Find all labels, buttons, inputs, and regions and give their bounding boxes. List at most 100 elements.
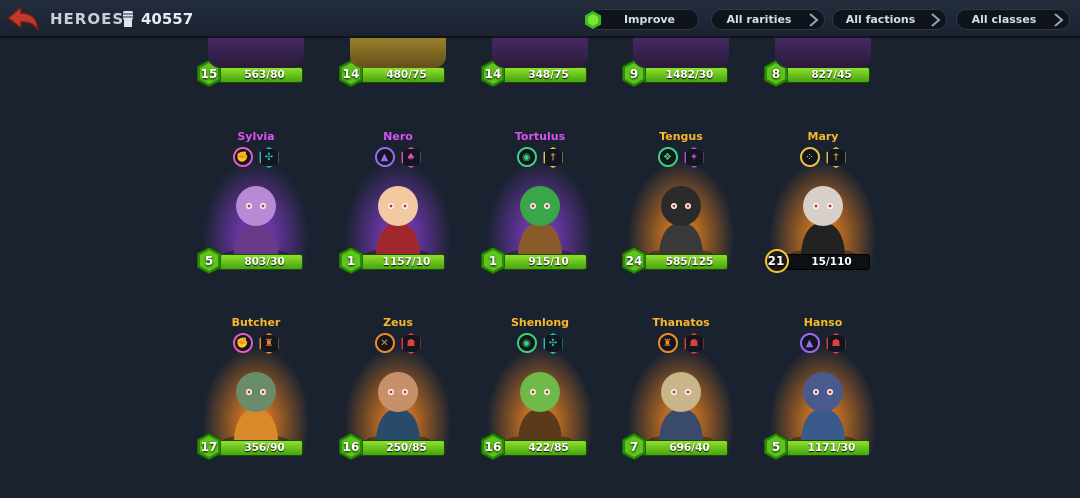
hero-card-partial[interactable]: 1482/30 9 xyxy=(621,60,741,87)
hero-badges: ♜ ☗ xyxy=(621,333,741,354)
triangle-icon: ▲ xyxy=(374,147,395,167)
hero-portrait xyxy=(224,186,288,259)
hero-card[interactable]: Tengus ❖ ✦ 585/125 24 xyxy=(621,130,741,290)
hero-card[interactable]: Sylvia ✊ ✣ 803/30 5 xyxy=(196,130,316,290)
hero-card-partial[interactable]: 563/80 15 xyxy=(196,60,316,87)
hero-name: Zeus xyxy=(383,316,413,329)
card-count: 1171/30 xyxy=(807,442,856,454)
mask-icon: ☗ xyxy=(401,333,421,354)
back-arrow-icon[interactable] xyxy=(6,5,40,33)
hero-portrait-partial xyxy=(775,38,871,68)
card-count: 803/30 xyxy=(244,256,285,268)
hero-name: Shenlong xyxy=(510,316,570,329)
fist-icon: ✊ xyxy=(232,333,253,353)
hero-card[interactable]: Mary ⁘ † 15/110 21 xyxy=(763,130,883,290)
card-count: 1157/10 xyxy=(382,256,431,268)
hero-card[interactable]: Hanso ▲ ☗ 1171/30 5 xyxy=(763,316,883,476)
crossbow-icon: ✣ xyxy=(543,333,563,354)
green-gem-icon xyxy=(585,10,601,29)
hero-card[interactable]: Zeus ✕ ☗ 250/85 16 xyxy=(338,316,458,476)
hero-badges: ✕ ☗ xyxy=(338,333,458,354)
hero-badges: ✊ ✣ xyxy=(196,147,316,168)
hero-card[interactable]: Thanatos ♜ ☗ 696/40 7 xyxy=(621,316,741,476)
helmet-icon: ♜ xyxy=(259,333,279,354)
card-count: 356/90 xyxy=(244,442,285,454)
faction-filter[interactable]: All factions xyxy=(832,9,947,30)
card-count: 696/40 xyxy=(669,442,710,454)
hero-portrait xyxy=(508,372,572,445)
chevron-right-icon xyxy=(931,12,941,27)
helmet-icon: ♜ xyxy=(657,333,678,353)
hero-level: 17 xyxy=(200,440,218,454)
hero-portrait-partial xyxy=(208,38,304,68)
eye-icon: ◉ xyxy=(516,333,537,353)
hero-card-partial[interactable]: 827/45 8 xyxy=(763,60,883,87)
hero-name: Butcher xyxy=(231,316,281,329)
card-count: 348/75 xyxy=(528,69,569,81)
hero-name: Tortulus xyxy=(514,130,566,143)
hero-name: Thanatos xyxy=(652,316,710,329)
hero-badges: ❖ ✦ xyxy=(621,147,741,168)
axe-icon: ✕ xyxy=(374,333,395,353)
hero-card-partial[interactable]: 348/75 14 xyxy=(480,60,600,87)
hero-level: 8 xyxy=(771,67,781,81)
hero-level: 16 xyxy=(484,440,502,454)
mask-icon: ☗ xyxy=(826,333,846,354)
hero-portrait xyxy=(791,372,855,445)
hero-level: 14 xyxy=(484,67,502,81)
hero-level: 24 xyxy=(625,254,643,268)
hero-portrait-partial xyxy=(492,38,588,68)
hero-portrait xyxy=(366,186,430,259)
team-power-value: 40557 xyxy=(141,10,194,28)
hero-card[interactable]: Shenlong ◉ ✣ 422/85 16 xyxy=(480,316,600,476)
card-count: 1482/30 xyxy=(665,69,714,81)
hero-level: 1 xyxy=(346,254,356,268)
chevron-right-icon xyxy=(1054,12,1064,27)
faction-filter-label: All factions xyxy=(845,13,916,26)
hero-level: 21 xyxy=(767,254,785,268)
paw-icon: ❖ xyxy=(657,147,678,167)
hero-name: Nero xyxy=(383,130,413,143)
hero-portrait-partial xyxy=(633,38,729,68)
card-count: 250/85 xyxy=(386,442,427,454)
hero-level: 5 xyxy=(771,440,781,454)
hex-purple-icon: ✦ xyxy=(684,147,704,168)
card-count: 563/80 xyxy=(244,69,285,81)
hero-name: Mary xyxy=(807,130,839,143)
hero-badges: ▲ ☗ xyxy=(763,333,883,354)
hero-card[interactable]: Nero ▲ ♠ 1157/10 1 xyxy=(338,130,458,290)
page-title: HEROES xyxy=(50,10,125,28)
card-count: 15/110 xyxy=(811,256,852,268)
eye-icon: ◉ xyxy=(516,147,537,167)
hero-portrait xyxy=(224,372,288,445)
hero-level: 5 xyxy=(204,254,214,268)
hero-portrait xyxy=(366,372,430,445)
hero-portrait xyxy=(649,372,713,445)
hero-name: Tengus xyxy=(659,130,703,143)
hero-level: 1 xyxy=(488,254,498,268)
class-filter[interactable]: All classes xyxy=(956,9,1070,30)
hero-name: Hanso xyxy=(803,316,843,329)
crossbow-icon: ✣ xyxy=(259,147,279,168)
improve-button[interactable]: Improve xyxy=(585,9,699,30)
rarity-filter[interactable]: All rarities xyxy=(711,9,825,30)
hero-name: Sylvia xyxy=(237,130,275,143)
hero-card[interactable]: Tortulus ◉ † 915/10 1 xyxy=(480,130,600,290)
chevron-right-icon xyxy=(809,12,819,27)
hero-level: 14 xyxy=(342,67,360,81)
hero-card-partial[interactable]: 480/75 14 xyxy=(338,60,458,87)
hero-level: 9 xyxy=(629,67,639,81)
hero-level: 16 xyxy=(342,440,360,454)
potion-icon: ♠ xyxy=(401,147,421,168)
class-filter-label: All classes xyxy=(971,13,1037,26)
card-count: 915/10 xyxy=(528,256,569,268)
hero-card[interactable]: Butcher ✊ ♜ 356/90 17 xyxy=(196,316,316,476)
hero-badges: ✊ ♜ xyxy=(196,333,316,354)
hero-badges: ◉ ✣ xyxy=(480,333,600,354)
improve-label: Improve xyxy=(623,13,676,26)
fist-power-icon xyxy=(123,11,133,27)
hero-badges: ▲ ♠ xyxy=(338,147,458,168)
sword-icon: † xyxy=(543,147,563,168)
fist-icon: ✊ xyxy=(232,147,253,167)
hero-badges: ◉ † xyxy=(480,147,600,168)
